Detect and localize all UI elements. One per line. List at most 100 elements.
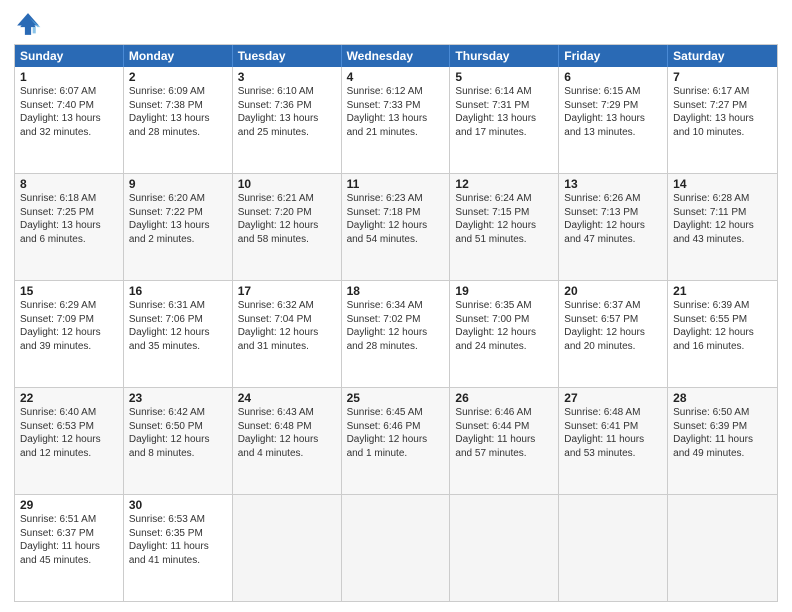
day-number: 13 [564,177,662,191]
day-info: Sunrise: 6:20 AMSunset: 7:22 PMDaylight:… [129,193,210,245]
calendar-body: 1 Sunrise: 6:07 AMSunset: 7:40 PMDaylight… [15,67,777,601]
calendar: SundayMondayTuesdayWednesdayThursdayFrid… [14,44,778,602]
weekday-header: Sunday [15,45,124,67]
calendar-row: 29 Sunrise: 6:51 AMSunset: 6:37 PMDayligh… [15,494,777,601]
day-number: 29 [20,498,118,512]
header [14,10,778,38]
day-info: Sunrise: 6:46 AMSunset: 6:44 PMDaylight:… [455,407,535,459]
calendar-cell: 24 Sunrise: 6:43 AMSunset: 6:48 PMDayligh… [233,388,342,494]
day-number: 22 [20,391,118,405]
calendar-cell: 19Sunrise: 6:35 AMSunset: 7:00 PMDayligh… [450,281,559,387]
day-number: 12 [455,177,553,191]
day-number: 30 [129,498,227,512]
day-number: 4 [347,70,445,84]
calendar-cell: 2 Sunrise: 6:09 AMSunset: 7:38 PMDaylight… [124,67,233,173]
day-number: 5 [455,70,553,84]
day-number: 7 [673,70,772,84]
calendar-cell: 14 Sunrise: 6:28 AMSunset: 7:11 PMDayligh… [668,174,777,280]
day-number: 26 [455,391,553,405]
calendar-cell: 30Sunrise: 6:53 AMSunset: 6:35 PMDayligh… [124,495,233,601]
day-info: Sunrise: 6:12 AMSunset: 7:33 PMDaylight:… [347,86,428,138]
day-info: Sunrise: 6:31 AMSunset: 7:06 PMDaylight:… [129,300,210,352]
day-number: 2 [129,70,227,84]
calendar-cell [342,495,451,601]
day-number: 18 [347,284,445,298]
calendar-cell: 13 Sunrise: 6:26 AMSunset: 7:13 PMDayligh… [559,174,668,280]
day-number: 1 [20,70,118,84]
day-info: Sunrise: 6:40 AMSunset: 6:53 PMDaylight:… [20,407,101,459]
day-number: 24 [238,391,336,405]
day-number: 8 [20,177,118,191]
calendar-cell [450,495,559,601]
calendar-header: SundayMondayTuesdayWednesdayThursdayFrid… [15,45,777,67]
logo [14,10,46,38]
calendar-cell: 8 Sunrise: 6:18 AMSunset: 7:25 PMDaylight… [15,174,124,280]
day-info: Sunrise: 6:10 AMSunset: 7:36 PMDaylight:… [238,86,319,138]
calendar-cell: 16 Sunrise: 6:31 AMSunset: 7:06 PMDayligh… [124,281,233,387]
day-info: Sunrise: 6:14 AMSunset: 7:31 PMDaylight:… [455,86,536,138]
day-info: Sunrise: 6:34 AMSunset: 7:02 PMDaylight:… [347,300,428,352]
calendar-cell: 3Sunrise: 6:10 AMSunset: 7:36 PMDaylight… [233,67,342,173]
calendar-cell: 23Sunrise: 6:42 AMSunset: 6:50 PMDayligh… [124,388,233,494]
day-info: Sunrise: 6:28 AMSunset: 7:11 PMDaylight:… [673,193,754,245]
day-info: Sunrise: 6:50 AMSunset: 6:39 PMDaylight:… [673,407,753,459]
day-number: 9 [129,177,227,191]
day-number: 16 [129,284,227,298]
day-number: 15 [20,284,118,298]
day-info: Sunrise: 6:43 AMSunset: 6:48 PMDaylight:… [238,407,319,459]
calendar-cell: 6 Sunrise: 6:15 AMSunset: 7:29 PMDaylight… [559,67,668,173]
day-number: 25 [347,391,445,405]
day-info: Sunrise: 6:23 AMSunset: 7:18 PMDaylight:… [347,193,428,245]
day-info: Sunrise: 6:37 AMSunset: 6:57 PMDaylight:… [564,300,645,352]
day-info: Sunrise: 6:09 AMSunset: 7:38 PMDaylight:… [129,86,210,138]
calendar-cell: 18 Sunrise: 6:34 AMSunset: 7:02 PMDayligh… [342,281,451,387]
calendar-cell [559,495,668,601]
day-number: 17 [238,284,336,298]
weekday-header: Tuesday [233,45,342,67]
calendar-cell: 26 Sunrise: 6:46 AMSunset: 6:44 PMDayligh… [450,388,559,494]
calendar-cell: 11 Sunrise: 6:23 AMSunset: 7:18 PMDayligh… [342,174,451,280]
page: SundayMondayTuesdayWednesdayThursdayFrid… [0,0,792,612]
day-number: 10 [238,177,336,191]
day-number: 11 [347,177,445,191]
calendar-cell [668,495,777,601]
weekday-header: Wednesday [342,45,451,67]
calendar-cell: 4 Sunrise: 6:12 AMSunset: 7:33 PMDaylight… [342,67,451,173]
calendar-cell: 29 Sunrise: 6:51 AMSunset: 6:37 PMDayligh… [15,495,124,601]
day-number: 20 [564,284,662,298]
day-info: Sunrise: 6:17 AMSunset: 7:27 PMDaylight:… [673,86,754,138]
day-info: Sunrise: 6:24 AMSunset: 7:15 PMDaylight:… [455,193,536,245]
calendar-cell: 5 Sunrise: 6:14 AMSunset: 7:31 PMDaylight… [450,67,559,173]
calendar-cell: 25 Sunrise: 6:45 AMSunset: 6:46 PMDayligh… [342,388,451,494]
calendar-cell: 9 Sunrise: 6:20 AMSunset: 7:22 PMDaylight… [124,174,233,280]
day-number: 6 [564,70,662,84]
logo-icon [14,10,42,38]
day-number: 14 [673,177,772,191]
day-info: Sunrise: 6:15 AMSunset: 7:29 PMDaylight:… [564,86,645,138]
calendar-row: 22 Sunrise: 6:40 AMSunset: 6:53 PMDayligh… [15,387,777,494]
day-number: 28 [673,391,772,405]
calendar-cell: 1 Sunrise: 6:07 AMSunset: 7:40 PMDaylight… [15,67,124,173]
day-info: Sunrise: 6:07 AMSunset: 7:40 PMDaylight:… [20,86,101,138]
day-info: Sunrise: 6:21 AMSunset: 7:20 PMDaylight:… [238,193,319,245]
weekday-header: Friday [559,45,668,67]
day-info: Sunrise: 6:39 AMSunset: 6:55 PMDaylight:… [673,300,754,352]
day-info: Sunrise: 6:45 AMSunset: 6:46 PMDaylight:… [347,407,428,459]
calendar-cell: 10 Sunrise: 6:21 AMSunset: 7:20 PMDayligh… [233,174,342,280]
day-number: 21 [673,284,772,298]
day-info: Sunrise: 6:48 AMSunset: 6:41 PMDaylight:… [564,407,644,459]
calendar-cell: 12 Sunrise: 6:24 AMSunset: 7:15 PMDayligh… [450,174,559,280]
weekday-header: Saturday [668,45,777,67]
day-number: 27 [564,391,662,405]
day-info: Sunrise: 6:18 AMSunset: 7:25 PMDaylight:… [20,193,101,245]
calendar-cell: 22 Sunrise: 6:40 AMSunset: 6:53 PMDayligh… [15,388,124,494]
calendar-cell: 27 Sunrise: 6:48 AMSunset: 6:41 PMDayligh… [559,388,668,494]
weekday-header: Monday [124,45,233,67]
day-info: Sunrise: 6:51 AMSunset: 6:37 PMDaylight:… [20,514,100,566]
day-info: Sunrise: 6:26 AMSunset: 7:13 PMDaylight:… [564,193,645,245]
calendar-cell [233,495,342,601]
calendar-cell: 28 Sunrise: 6:50 AMSunset: 6:39 PMDayligh… [668,388,777,494]
calendar-cell: 17Sunrise: 6:32 AMSunset: 7:04 PMDayligh… [233,281,342,387]
calendar-cell: 21 Sunrise: 6:39 AMSunset: 6:55 PMDayligh… [668,281,777,387]
weekday-header: Thursday [450,45,559,67]
